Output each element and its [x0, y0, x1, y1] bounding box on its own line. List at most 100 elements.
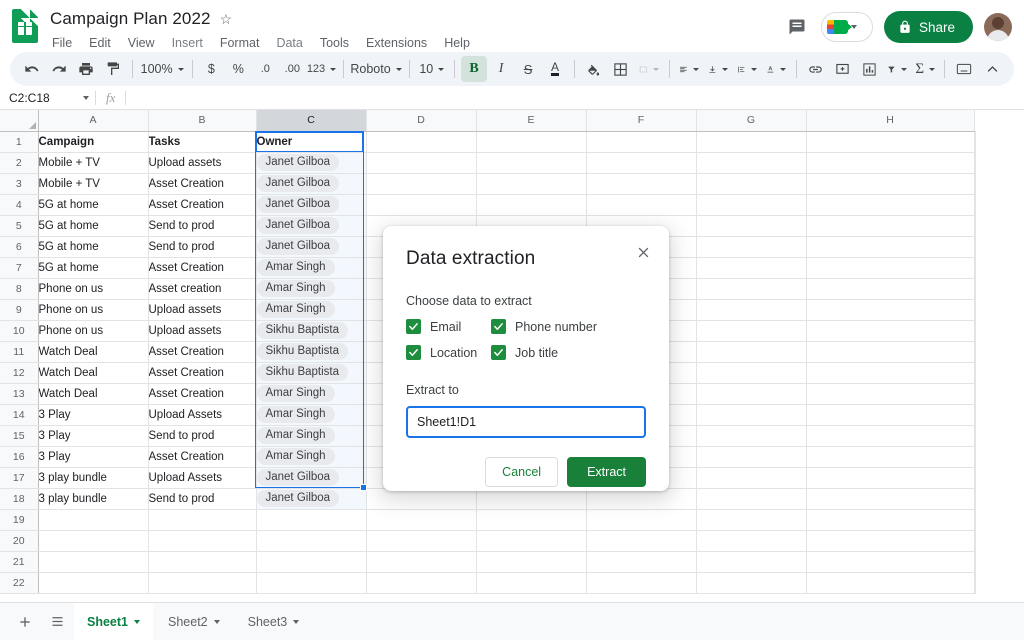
undo-icon[interactable]: [19, 56, 45, 82]
checkbox-email[interactable]: Email: [406, 319, 491, 334]
text-color-button[interactable]: A: [542, 56, 568, 82]
grid-cell-empty[interactable]: [806, 131, 975, 153]
row-header[interactable]: 11: [0, 341, 39, 363]
grid-cell-campaign[interactable]: 5G at home: [38, 194, 149, 216]
grid-cell-empty[interactable]: [974, 131, 976, 153]
grid-cell-owner[interactable]: Amar Singh: [256, 404, 367, 426]
fill-color-icon[interactable]: [581, 56, 607, 82]
grid-cell-empty[interactable]: [476, 488, 587, 510]
grid-cell-empty[interactable]: [806, 509, 975, 531]
grid-cell-task[interactable]: Send to prod: [148, 236, 257, 258]
grid-cell-empty[interactable]: [806, 425, 975, 447]
grid-cell-owner[interactable]: Sikhu Baptista: [256, 341, 367, 363]
grid-cell-empty[interactable]: [974, 572, 976, 594]
borders-icon[interactable]: [608, 56, 634, 82]
chevron-down-icon[interactable]: [293, 619, 300, 624]
grid-cell-empty[interactable]: [256, 572, 367, 594]
grid-cell-empty[interactable]: [806, 362, 975, 384]
grid-cell-campaign[interactable]: 5G at home: [38, 257, 149, 279]
column-header-h[interactable]: H: [806, 110, 975, 132]
grid-cell-empty[interactable]: [38, 572, 149, 594]
grid-cell-empty[interactable]: [974, 530, 976, 552]
grid-cell-owner[interactable]: Sikhu Baptista: [256, 320, 367, 342]
row-header[interactable]: 14: [0, 404, 39, 426]
grid-cell-empty[interactable]: [38, 509, 149, 531]
sheet-tab-sheet2[interactable]: Sheet2: [155, 603, 233, 640]
grid-cell-empty[interactable]: [806, 488, 975, 510]
owner-chip[interactable]: Amar Singh: [256, 301, 335, 318]
grid-cell-empty[interactable]: [806, 236, 975, 258]
filter-icon[interactable]: [883, 56, 911, 82]
grid-cell-campaign[interactable]: 3 play bundle: [38, 488, 149, 510]
row-header[interactable]: 17: [0, 467, 39, 489]
grid-cell-task[interactable]: Asset Creation: [148, 194, 257, 216]
row-header[interactable]: 18: [0, 488, 39, 510]
grid-cell-empty[interactable]: [974, 278, 976, 300]
grid-cell-task[interactable]: Upload Assets: [148, 404, 257, 426]
grid-cell-campaign[interactable]: Phone on us: [38, 320, 149, 342]
grid-header-cell[interactable]: Owner: [256, 131, 367, 153]
grid-cell-owner[interactable]: Amar Singh: [256, 446, 367, 468]
grid-cell-empty[interactable]: [696, 194, 807, 216]
row-header[interactable]: 15: [0, 425, 39, 447]
grid-cell-empty[interactable]: [696, 383, 807, 405]
column-header-a[interactable]: A: [38, 110, 149, 132]
grid-cell-empty[interactable]: [696, 488, 807, 510]
grid-cell-empty[interactable]: [696, 509, 807, 531]
grid-cell-task[interactable]: Asset Creation: [148, 257, 257, 279]
grid-cell-empty[interactable]: [806, 446, 975, 468]
select-all-corner[interactable]: [0, 110, 39, 132]
menu-item-file[interactable]: File: [50, 34, 74, 52]
row-header[interactable]: 4: [0, 194, 39, 216]
font-size-selector[interactable]: 10: [415, 56, 448, 82]
grid-header-cell[interactable]: Tasks: [148, 131, 257, 153]
owner-chip[interactable]: Janet Gilboa: [256, 469, 340, 486]
input-tools-icon[interactable]: [951, 56, 977, 82]
row-header[interactable]: 1: [0, 131, 39, 153]
grid-cell-owner[interactable]: Janet Gilboa: [256, 488, 367, 510]
row-header[interactable]: 7: [0, 257, 39, 279]
row-header[interactable]: 13: [0, 383, 39, 405]
grid-cell-empty[interactable]: [366, 194, 477, 216]
chevron-down-icon[interactable]: [213, 619, 220, 624]
grid-cell-owner[interactable]: Janet Gilboa: [256, 215, 367, 237]
grid-cell-empty[interactable]: [806, 278, 975, 300]
grid-cell-empty[interactable]: [148, 572, 257, 594]
grid-cell-task[interactable]: Asset Creation: [148, 341, 257, 363]
grid-cell-empty[interactable]: [974, 320, 976, 342]
text-wrap-icon[interactable]: [733, 56, 761, 82]
grid-cell-empty[interactable]: [974, 509, 976, 531]
comment-icon[interactable]: [784, 14, 810, 40]
column-header-f[interactable]: F: [586, 110, 697, 132]
grid-cell-campaign[interactable]: Phone on us: [38, 278, 149, 300]
grid-cell-campaign[interactable]: 5G at home: [38, 215, 149, 237]
sheet-tab-sheet1[interactable]: Sheet1: [74, 602, 153, 640]
grid-cell-empty[interactable]: [696, 530, 807, 552]
grid-cell-empty[interactable]: [806, 320, 975, 342]
grid-cell-empty[interactable]: [476, 194, 587, 216]
all-sheets-icon[interactable]: [42, 607, 72, 637]
avatar[interactable]: [984, 13, 1012, 41]
currency-format-button[interactable]: $: [198, 56, 224, 82]
grid-cell-empty[interactable]: [366, 551, 477, 573]
grid-cell-empty[interactable]: [586, 530, 697, 552]
grid-cell-owner[interactable]: Janet Gilboa: [256, 236, 367, 258]
owner-chip[interactable]: Janet Gilboa: [256, 238, 340, 255]
grid-cell-empty[interactable]: [476, 530, 587, 552]
grid-cell-empty[interactable]: [586, 131, 697, 153]
grid-cell-empty[interactable]: [696, 131, 807, 153]
row-header[interactable]: 22: [0, 572, 39, 594]
grid-cell-empty[interactable]: [696, 446, 807, 468]
strikethrough-button[interactable]: S: [515, 56, 541, 82]
add-sheet-icon[interactable]: [10, 607, 40, 637]
increase-decimal-button[interactable]: .00: [279, 56, 305, 82]
page-title[interactable]: Campaign Plan 2022: [50, 9, 211, 29]
menu-item-extensions[interactable]: Extensions: [364, 34, 429, 52]
sheets-logo-icon[interactable]: [10, 7, 40, 47]
menu-item-view[interactable]: View: [126, 34, 157, 52]
grid-cell-empty[interactable]: [586, 488, 697, 510]
grid-cell-empty[interactable]: [148, 551, 257, 573]
collapse-chevron-icon[interactable]: [979, 56, 1005, 82]
menu-item-edit[interactable]: Edit: [87, 34, 113, 52]
grid-cell-campaign[interactable]: 3 Play: [38, 404, 149, 426]
